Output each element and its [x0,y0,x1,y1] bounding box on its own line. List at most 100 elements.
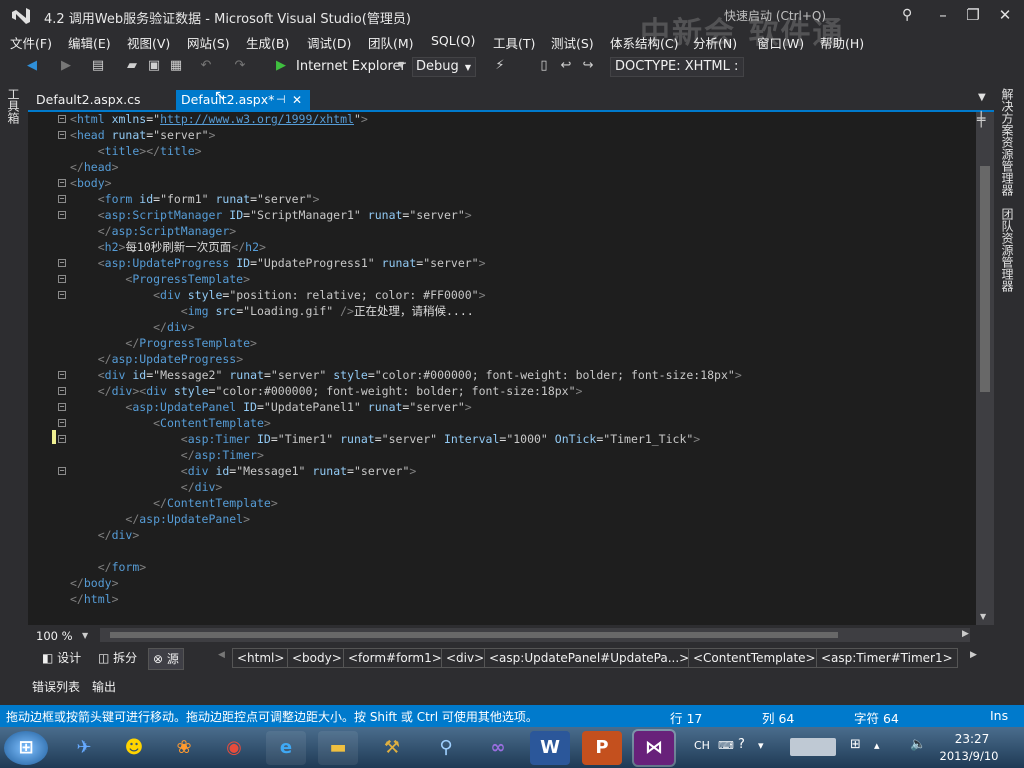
menu-help[interactable]: 帮助(H) [820,33,864,52]
tab-output[interactable]: 输出 [92,678,116,695]
fold-toggle[interactable]: − [58,259,66,267]
source-view-button[interactable]: ⊗ 源 [148,648,184,670]
menu-build[interactable]: 生成(B) [246,33,289,52]
forward-icon[interactable]: ▶ [58,58,74,74]
fold-toggle[interactable]: − [58,275,66,283]
design-view-button[interactable]: ◧ 设计 [38,648,85,668]
scroll-left-icon[interactable]: ◀ [218,650,225,660]
breadcrumb-form[interactable]: <form#form1> [343,648,447,668]
word-icon[interactable]: W [530,731,570,765]
format-icon[interactable]: ▯ [536,58,552,74]
back-icon[interactable]: ◀ [24,58,40,74]
tools-app-icon[interactable]: ⚒ [372,731,412,765]
fold-toggle[interactable]: − [58,387,66,395]
code-url[interactable]: http://www.w3.org/1999/xhtml [160,112,354,126]
file-explorer-icon[interactable]: ▬ [318,731,358,765]
undo-icon[interactable]: ↶ [198,58,214,74]
split-view-button[interactable]: ◫ 拆分 [94,648,141,668]
comment-icon[interactable]: ↩ [558,58,574,74]
fold-toggle[interactable]: − [58,179,66,187]
bird-app-icon[interactable]: ✈ [64,731,104,765]
fold-toggle[interactable]: − [58,419,66,427]
restore-button[interactable]: ❐ [958,4,988,26]
fold-toggle[interactable]: − [58,211,66,219]
chevron-down-icon[interactable]: ▼ [978,92,986,103]
start-debugging-icon[interactable]: ▶ [276,58,286,73]
horizontal-scroll-thumb[interactable] [110,632,838,638]
close-icon[interactable]: ✕ [292,90,302,110]
split-window-icon[interactable]: ╪ [977,112,985,128]
solution-explorer-tab[interactable]: 解决方案资源管理器 [1000,88,1016,196]
help-icon[interactable]: ? [738,737,745,752]
chevron-down-icon[interactable]: ▼ [82,631,88,640]
qq-icon[interactable]: ☻ [114,731,154,765]
menu-view[interactable]: 视图(V) [127,33,170,52]
power-icon[interactable]: ⊞ [850,737,861,752]
tab-default2-aspx[interactable]: Default2.aspx* ⊣ ✕ [176,90,310,110]
infinity-app-icon[interactable]: ∞ [478,731,518,765]
menu-analyze[interactable]: 分析(N) [693,33,737,52]
close-button[interactable]: ✕ [990,4,1020,26]
scroll-down-icon[interactable]: ▼ [980,612,986,621]
chrome-icon[interactable]: ◉ [214,731,254,765]
menu-window[interactable]: 窗口(W) [757,33,804,52]
breadcrumb-html[interactable]: <html> [232,648,290,668]
volume-icon[interactable]: 🔈 [910,737,926,752]
menu-edit[interactable]: 编辑(E) [68,33,111,52]
scroll-right-icon[interactable]: ▶ [970,650,977,660]
fold-toggle[interactable]: − [58,435,66,443]
fold-toggle[interactable]: − [58,467,66,475]
internet-explorer-icon[interactable]: e [266,731,306,765]
breadcrumb-contenttemplate[interactable]: <ContentTemplate> [688,648,821,668]
zoom-level[interactable]: 100 % [36,629,73,643]
menu-website[interactable]: 网站(S) [187,33,230,52]
scroll-right-icon[interactable]: ▶ [962,629,969,639]
fold-toggle[interactable]: − [58,291,66,299]
search-icon[interactable]: ⚲ [902,7,912,23]
menu-file[interactable]: 文件(F) [10,33,52,52]
powerpoint-icon[interactable]: P [582,731,622,765]
quick-launch-input[interactable]: 快速启动 (Ctrl+Q) [718,6,908,26]
fold-toggle[interactable]: − [58,403,66,411]
toolbox-tab[interactable]: 工具箱 [6,88,22,124]
save-icon[interactable]: ▣ [146,58,162,74]
ime-indicator[interactable]: CH [694,739,710,752]
fold-toggle[interactable]: − [58,195,66,203]
team-explorer-tab[interactable]: 团队资源管理器 [1000,208,1016,292]
breadcrumb-body[interactable]: <body> [287,648,347,668]
menu-debug[interactable]: 调试(D) [307,33,351,52]
gift-app-icon[interactable]: ❀ [164,731,204,765]
tab-default2-aspx-cs[interactable]: Default2.aspx.cs [28,90,176,110]
tray-widget[interactable] [790,738,836,756]
menu-team[interactable]: 团队(M) [368,33,414,52]
minimize-button[interactable]: – [928,4,958,26]
breadcrumb-div[interactable]: <div> [441,648,490,668]
vertical-scroll-thumb[interactable] [980,166,990,392]
menu-test[interactable]: 测试(S) [551,33,594,52]
fold-toggle[interactable]: − [58,115,66,123]
pin-icon[interactable]: ⊣ [276,90,286,110]
search-app-icon[interactable]: ⚲ [426,731,466,765]
redo-icon[interactable]: ↷ [232,58,248,74]
tab-error-list[interactable]: 错误列表 [32,678,80,695]
menu-architecture[interactable]: 体系结构(C) [610,33,678,52]
chevron-down-icon[interactable]: ▼ [398,60,404,69]
uncomment-icon[interactable]: ↪ [580,58,596,74]
configuration-select[interactable]: Debug ▼ [412,57,476,77]
save-all-icon[interactable]: ▦ [168,58,184,74]
start-button-icon[interactable]: ⊞ [4,731,48,765]
breadcrumb-updatepanel[interactable]: <asp:UpdatePanel#UpdatePa...> [484,648,695,668]
menu-tools[interactable]: 工具(T) [493,33,535,52]
browser-link-icon[interactable]: ⚡ [492,58,508,74]
new-project-icon[interactable]: ▤ [90,58,106,74]
tray-chevron-icon[interactable]: ▾ [758,739,764,752]
clock-time[interactable]: 23:27 [942,732,1002,746]
breadcrumb-timer[interactable]: <asp:Timer#Timer1> [816,648,958,668]
tray-arrow-icon[interactable]: ▴ [874,739,880,752]
doctype-select[interactable]: DOCTYPE: XHTML : [610,57,744,77]
visual-studio-icon[interactable]: ⋈ [634,731,674,765]
menu-sql[interactable]: SQL(Q) [431,33,475,48]
keyboard-icon[interactable]: ⌨ [718,739,734,752]
fold-toggle[interactable]: − [58,371,66,379]
run-target-button[interactable]: Internet Explorer [296,59,406,74]
